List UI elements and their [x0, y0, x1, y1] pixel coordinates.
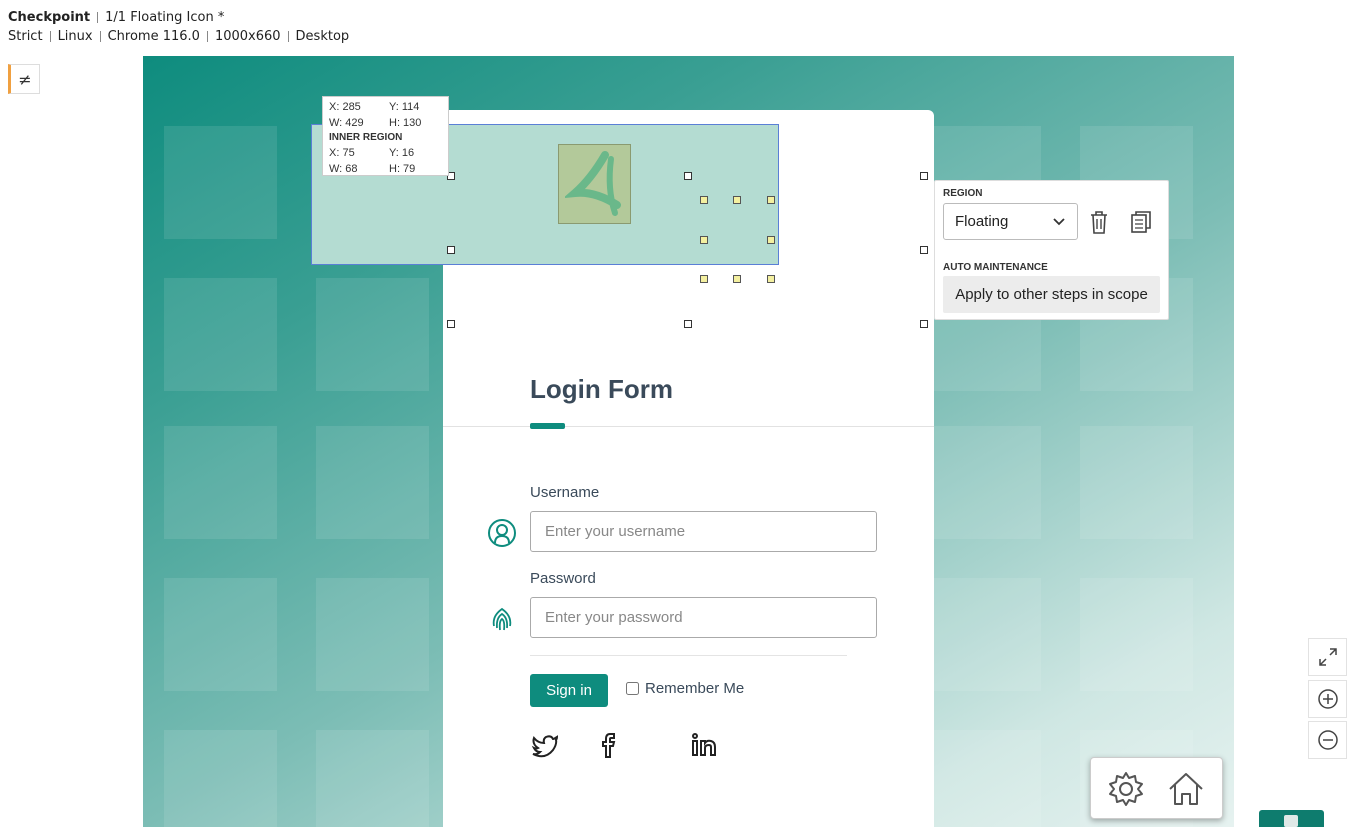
linkedin-icon[interactable]	[689, 730, 719, 760]
inner-resize-handle[interactable]	[767, 196, 775, 204]
separator	[99, 31, 101, 42]
inner-resize-handle[interactable]	[733, 275, 741, 283]
region-h: H: 130	[389, 117, 422, 129]
region-caption: REGION	[943, 188, 983, 199]
sign-in-button[interactable]: Sign in	[530, 674, 608, 707]
resize-handle[interactable]	[684, 172, 692, 180]
not-equal-icon: ≠	[18, 69, 32, 89]
fit-screen-button[interactable]	[1308, 638, 1347, 676]
diff-toggle-button[interactable]: ≠	[8, 64, 40, 94]
inner-resize-handle[interactable]	[767, 275, 775, 283]
bg-tile	[316, 578, 429, 691]
zoom-in-icon	[1317, 689, 1338, 709]
bg-tile	[928, 578, 1041, 691]
inner-region-label: INNER REGION	[329, 132, 403, 143]
apply-to-other-steps-button[interactable]: Apply to other steps in scope	[943, 276, 1160, 313]
trash-icon[interactable]	[1087, 209, 1111, 235]
bg-tile	[164, 578, 277, 691]
fingerprint-icon	[492, 607, 512, 631]
resize-handle[interactable]	[920, 172, 928, 180]
chevron-down-icon	[1053, 217, 1065, 225]
checkpoint-title: Checkpoint	[8, 10, 91, 25]
browser-label: Chrome 116.0	[107, 29, 200, 44]
auto-maintenance-caption: AUTO MAINTENANCE	[943, 262, 1048, 273]
floating-toolbox	[1090, 757, 1223, 819]
region-panel: REGION Floating AUTO MAINTENANCE Apply t…	[934, 180, 1169, 320]
inner-region[interactable]	[558, 144, 631, 224]
divider	[443, 426, 934, 427]
separator	[206, 31, 208, 42]
region-type-value: Floating	[955, 213, 1009, 230]
password-label: Password	[530, 570, 596, 587]
zoom-out-button[interactable]	[1308, 721, 1347, 759]
user-icon	[488, 519, 516, 547]
inner-resize-handle[interactable]	[700, 236, 708, 244]
bg-tile	[316, 278, 429, 391]
inner-resize-handle[interactable]	[733, 196, 741, 204]
copy-icon[interactable]	[1129, 209, 1153, 235]
resize-handle[interactable]	[447, 246, 455, 254]
region-w: W: 429	[329, 117, 364, 129]
region-type-select[interactable]: Floating	[943, 203, 1078, 240]
fit-screen-icon	[1318, 648, 1337, 666]
username-input[interactable]	[530, 511, 877, 552]
inner-h: H: 79	[389, 163, 416, 175]
step-name: 1/1 Floating Icon *	[105, 10, 225, 25]
form-divider	[530, 655, 847, 656]
os-label: Linux	[57, 29, 93, 44]
viewport-label: 1000x660	[214, 29, 281, 44]
login-title: Login Form	[530, 374, 673, 404]
inner-resize-handle[interactable]	[700, 196, 708, 204]
password-input[interactable]	[530, 597, 877, 638]
bg-tile	[316, 426, 429, 539]
bg-tile	[164, 730, 277, 827]
inner-resize-handle[interactable]	[700, 275, 708, 283]
zoom-out-icon	[1317, 730, 1338, 750]
facebook-icon[interactable]	[595, 730, 625, 760]
checkpoint-header: Checkpoint 1/1 Floating Icon * Strict Li…	[8, 8, 349, 46]
bg-tile	[1080, 426, 1193, 539]
separator	[287, 31, 289, 42]
remember-me[interactable]: Remember Me	[626, 680, 744, 697]
inner-w: W: 68	[329, 163, 358, 175]
resize-handle[interactable]	[447, 320, 455, 328]
username-label: Username	[530, 484, 600, 501]
bg-tile	[316, 730, 429, 827]
drawer-toggle-tab[interactable]	[1259, 810, 1324, 827]
title-underline	[530, 423, 565, 429]
bg-tile	[928, 426, 1041, 539]
region-y: Y: 114	[389, 101, 420, 113]
bg-tile	[164, 426, 277, 539]
drawer-toggle-icon	[1284, 815, 1298, 827]
bg-tile	[164, 278, 277, 391]
resize-handle[interactable]	[920, 320, 928, 328]
remember-me-label: Remember Me	[645, 680, 745, 697]
remember-me-checkbox[interactable]	[626, 682, 639, 695]
zoom-in-button[interactable]	[1308, 680, 1347, 718]
region-x: X: 285	[329, 101, 361, 113]
region-coordinates: X: 285 Y: 114 W: 429 H: 130 INNER REGION X…	[322, 96, 449, 176]
resize-handle[interactable]	[684, 320, 692, 328]
floating-logo-icon	[564, 151, 621, 216]
resize-handle[interactable]	[920, 246, 928, 254]
bg-tile	[928, 730, 1041, 827]
inner-x: X: 75	[329, 147, 355, 159]
separator	[97, 12, 99, 23]
twitter-icon[interactable]	[530, 730, 560, 760]
bg-tile	[164, 126, 277, 239]
inner-y: Y: 16	[389, 147, 415, 159]
bg-tile	[1080, 578, 1193, 691]
device-label: Desktop	[295, 29, 350, 44]
match-level: Strict	[8, 29, 43, 44]
home-icon[interactable]	[1167, 770, 1205, 808]
gear-icon[interactable]	[1107, 770, 1145, 808]
inner-resize-handle[interactable]	[767, 236, 775, 244]
separator	[49, 31, 51, 42]
